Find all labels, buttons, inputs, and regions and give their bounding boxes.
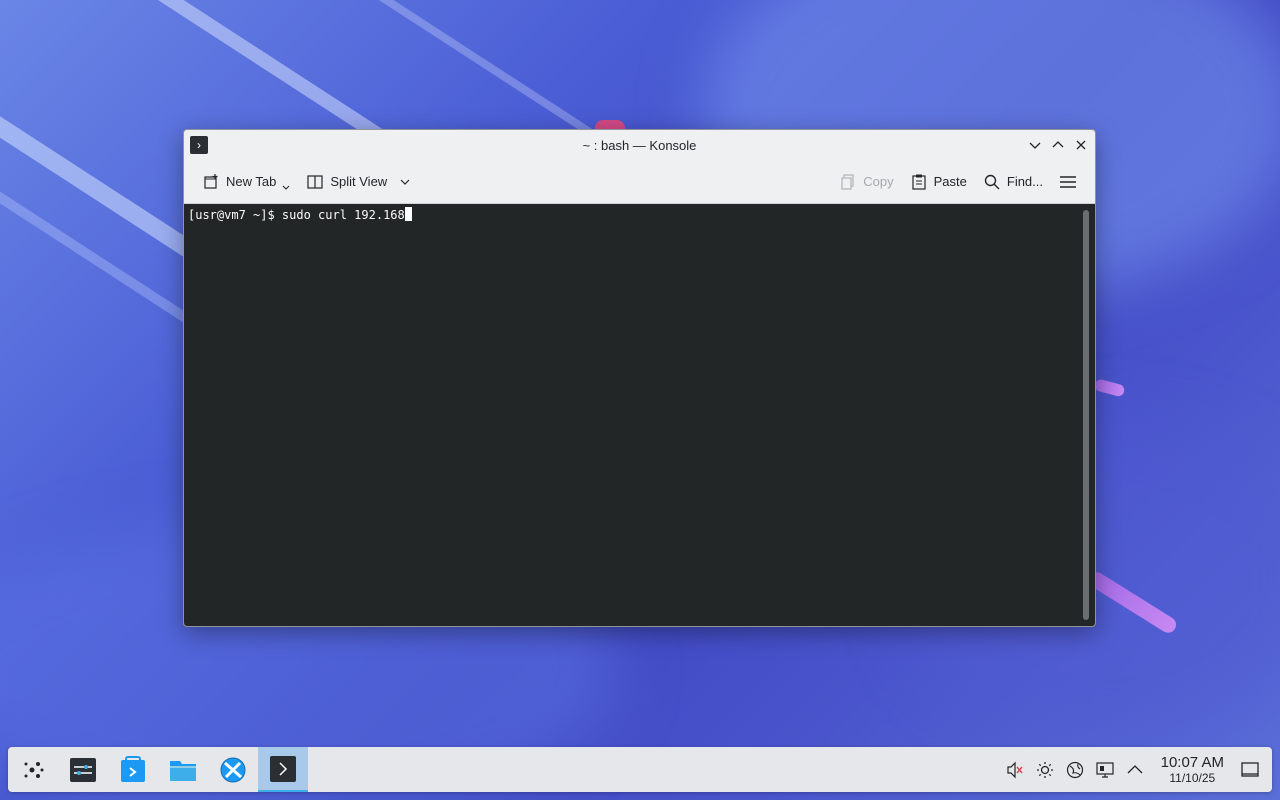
task-file-manager[interactable] <box>158 747 208 792</box>
find-label: Find... <box>1006 174 1043 189</box>
task-browser[interactable] <box>208 747 258 792</box>
hamburger-menu-icon <box>1060 175 1076 188</box>
split-view-label: Split View <box>330 174 388 189</box>
copy-icon <box>841 173 854 190</box>
chevron-down-icon <box>282 185 290 190</box>
search-icon <box>984 174 1000 189</box>
new-tab-icon <box>204 173 218 189</box>
task-discover[interactable] <box>108 747 158 792</box>
window-title: ~ : bash — Konsole <box>582 137 697 153</box>
terminal-icon <box>270 755 296 782</box>
digital-clock[interactable]: 10:07 AM 11/10/25 <box>1161 755 1224 784</box>
paste-icon <box>912 174 926 190</box>
taskbar: 10:07 AM 11/10/25 <box>8 747 1272 792</box>
system-tray: 10:07 AM 11/10/25 <box>1005 755 1272 784</box>
split-view-icon <box>307 174 323 189</box>
maximize-button[interactable] <box>1049 136 1067 154</box>
task-system-settings[interactable] <box>58 747 108 792</box>
terminal-area[interactable]: [usr@vm7 ~]$ sudo curl 192.168 <box>184 204 1095 626</box>
chevron-down-icon <box>400 179 410 185</box>
copy-label: Copy <box>863 174 894 189</box>
text-cursor <box>404 207 412 221</box>
split-view-button[interactable]: Split View <box>298 169 419 195</box>
display-icon[interactable] <box>1095 760 1115 780</box>
volume-muted-icon[interactable] <box>1005 760 1025 780</box>
terminal-line: [usr@vm7 ~]$ sudo curl 192.168 <box>188 207 1091 224</box>
task-konsole[interactable] <box>258 747 308 792</box>
browser-icon <box>220 757 246 782</box>
minimize-button[interactable] <box>1026 136 1044 154</box>
system-settings-icon <box>70 757 96 782</box>
close-button[interactable] <box>1072 136 1090 154</box>
folder-icon <box>170 760 196 781</box>
close-icon <box>1076 140 1086 150</box>
discover-store-icon <box>121 755 145 782</box>
clock-time: 10:07 AM <box>1160 754 1224 771</box>
network-globe-icon[interactable] <box>1065 760 1085 780</box>
new-tab-label: New Tab <box>226 174 277 189</box>
new-tab-button[interactable]: New Tab <box>194 169 298 195</box>
chevron-up-icon[interactable] <box>1125 760 1145 780</box>
title-bar[interactable]: › ~ : bash — Konsole <box>184 130 1095 160</box>
paste-button[interactable]: Paste <box>902 169 975 195</box>
brightness-icon[interactable] <box>1035 760 1055 780</box>
paste-label: Paste <box>933 174 967 189</box>
terminal-command: [usr@vm7 ~]$ sudo curl 192.168 <box>188 208 405 222</box>
hamburger-menu-button[interactable] <box>1051 169 1085 195</box>
chevron-down-icon <box>1029 142 1041 149</box>
application-launcher[interactable] <box>8 747 58 792</box>
konsole-window: › ~ : bash — Konsole New Tab Split View … <box>183 129 1096 627</box>
show-desktop-icon[interactable] <box>1240 760 1260 780</box>
toolbar: New Tab Split View Copy Paste Find... <box>184 160 1095 204</box>
chevron-up-icon <box>1052 141 1064 148</box>
find-button[interactable]: Find... <box>975 169 1051 195</box>
launcher-icon <box>24 761 44 778</box>
clock-date: 11/10/25 <box>1169 771 1216 785</box>
copy-button[interactable]: Copy <box>831 169 901 195</box>
scrollbar[interactable] <box>1083 210 1089 620</box>
konsole-app-icon[interactable]: › <box>190 136 208 154</box>
